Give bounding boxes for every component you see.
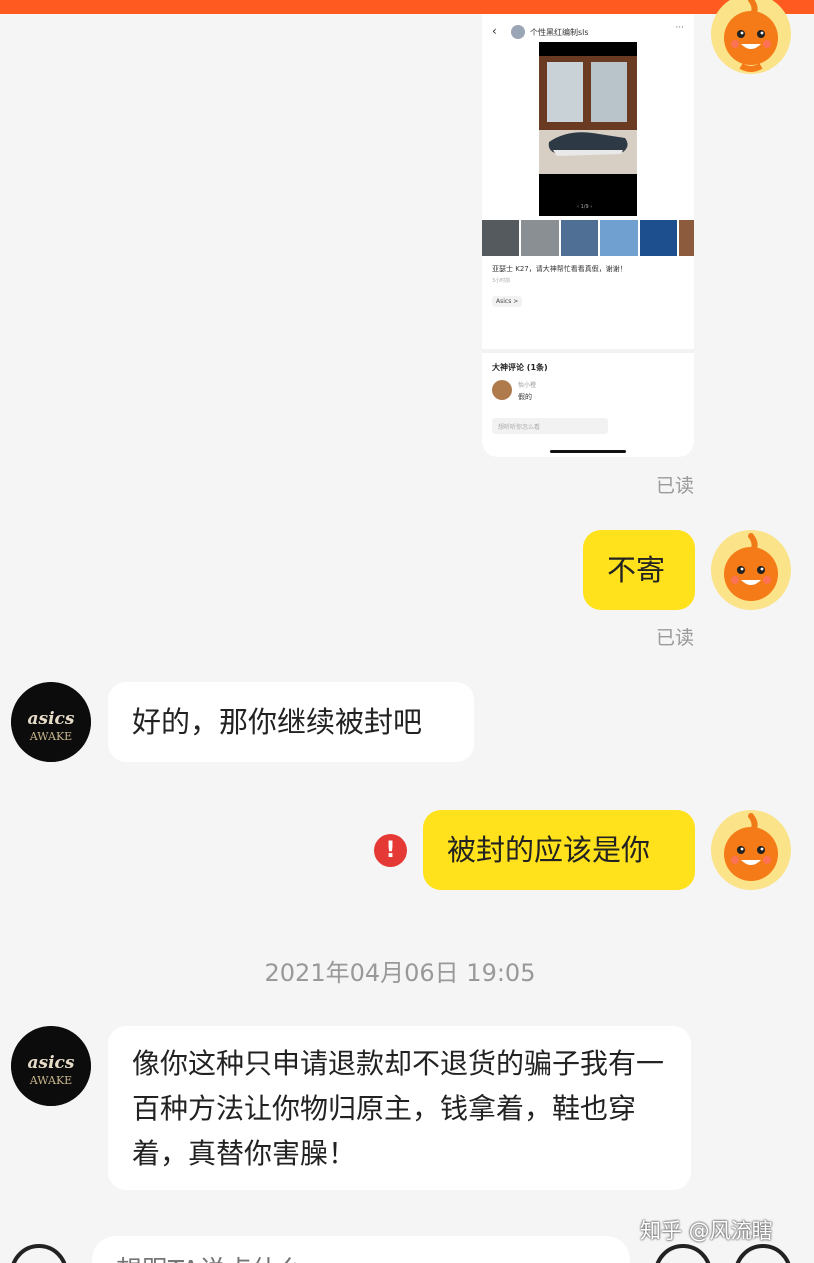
read-status: 已读 <box>656 627 695 649</box>
comments-header: 大神评论 (1条) <box>492 363 548 372</box>
home-indicator <box>550 450 626 453</box>
orange-mascot-avatar[interactable] <box>711 530 791 610</box>
top-bar <box>0 0 814 14</box>
voice-icon[interactable] <box>10 1244 68 1263</box>
svg-text:AWAKE: AWAKE <box>29 730 72 743</box>
svg-text:‹ 1/9 ›: ‹ 1/9 › <box>577 204 592 210</box>
orange-mascot-avatar[interactable] <box>711 0 791 74</box>
more-icon: ··· <box>675 23 684 33</box>
commenter-name: 怡小橙 <box>518 382 537 389</box>
thumbnail <box>679 220 694 256</box>
screenshot-user-avatar <box>511 25 525 39</box>
message-input[interactable] <box>92 1236 630 1263</box>
read-status: 已读 <box>656 475 695 497</box>
asics-awake-avatar[interactable]: asics AWAKE <box>11 1026 91 1106</box>
exclamation-icon[interactable]: ! <box>374 834 407 867</box>
svg-text:asics: asics <box>28 709 75 729</box>
shoe-photo: ‹ 1/9 › <box>539 42 637 216</box>
brand-tag: Asics > <box>492 296 523 307</box>
back-arrow-icon: ‹ <box>492 24 497 38</box>
their-message-bubble[interactable]: 像你这种只申请退款却不退货的骗子我有一百种方法让你物归原主，钱拿着，鞋也穿着，真… <box>108 1026 691 1190</box>
comment-input: 想听听你怎么看 <box>492 418 608 434</box>
shared-screenshot[interactable]: ‹ 个性黑红编制sls ··· ‹ 1/9 › 亚瑟士 K27，请大神帮忙看看真… <box>482 14 694 457</box>
input-bar <box>0 1232 814 1263</box>
thumbnail <box>521 220 559 256</box>
their-message-bubble[interactable]: 好的，那你继续被封吧 <box>108 682 474 762</box>
comment-text: 假的 <box>518 393 532 401</box>
thumbnail <box>600 220 638 256</box>
thumbnail-strip <box>482 220 694 256</box>
svg-text:AWAKE: AWAKE <box>29 1074 72 1087</box>
plus-icon[interactable] <box>734 1244 792 1263</box>
commenter-avatar <box>492 380 512 400</box>
my-message-bubble[interactable]: 被封的应该是你 <box>423 810 695 890</box>
thumbnail <box>560 220 599 256</box>
thumbnail <box>482 220 520 256</box>
thumbnail <box>639 220 678 256</box>
emoji-icon[interactable] <box>654 1244 712 1263</box>
svg-text:asics: asics <box>28 1053 75 1073</box>
my-message-bubble[interactable]: 不寄 <box>583 530 695 610</box>
divider <box>482 349 694 353</box>
post-title: 亚瑟士 K27，请大神帮忙看看真假，谢谢！ <box>492 265 627 273</box>
screenshot-user-name: 个性黑红编制sls <box>530 28 589 37</box>
message-timestamp: 2021年04月06日 19:05 <box>264 959 536 987</box>
orange-mascot-avatar[interactable] <box>711 810 791 890</box>
post-time: 3小时前 <box>492 278 511 284</box>
asics-awake-avatar[interactable]: asics AWAKE <box>11 682 91 762</box>
